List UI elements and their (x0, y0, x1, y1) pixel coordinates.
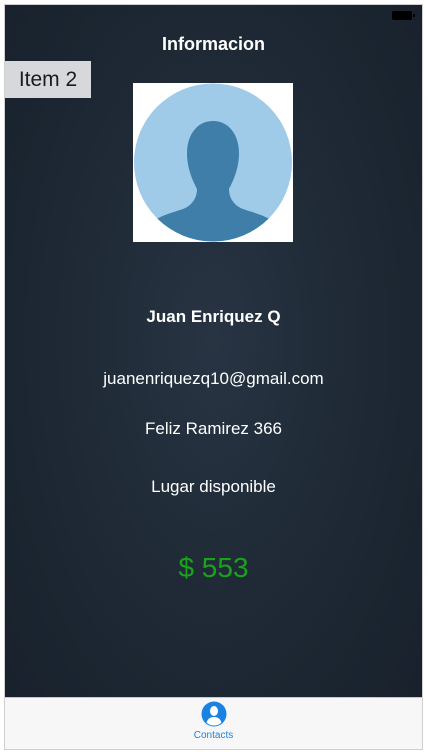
status-bar (5, 5, 422, 25)
person-avatar-icon (134, 83, 292, 242)
tab-contacts[interactable]: Contacts (174, 701, 254, 747)
tab-bar: Contacts (5, 697, 422, 749)
contact-availability: Lugar disponible (151, 477, 276, 496)
page-title: Informacion (161, 34, 265, 54)
contact-name: Juan Enriquez Q (146, 307, 281, 326)
contact-email: juanenriquezq10@gmail.com (103, 369, 324, 388)
tab-label: Contacts (193, 730, 234, 741)
contact-address: Feliz Ramirez 366 (145, 419, 282, 438)
amount-value: $ 553 (178, 552, 249, 583)
battery-icon (392, 11, 415, 20)
person-circle-icon (201, 701, 226, 727)
app-screen: Informacion Item 2 Juan Enriquez Q juane… (4, 4, 423, 750)
item-label-tag: Item 2 (5, 61, 91, 98)
avatar (133, 83, 293, 242)
